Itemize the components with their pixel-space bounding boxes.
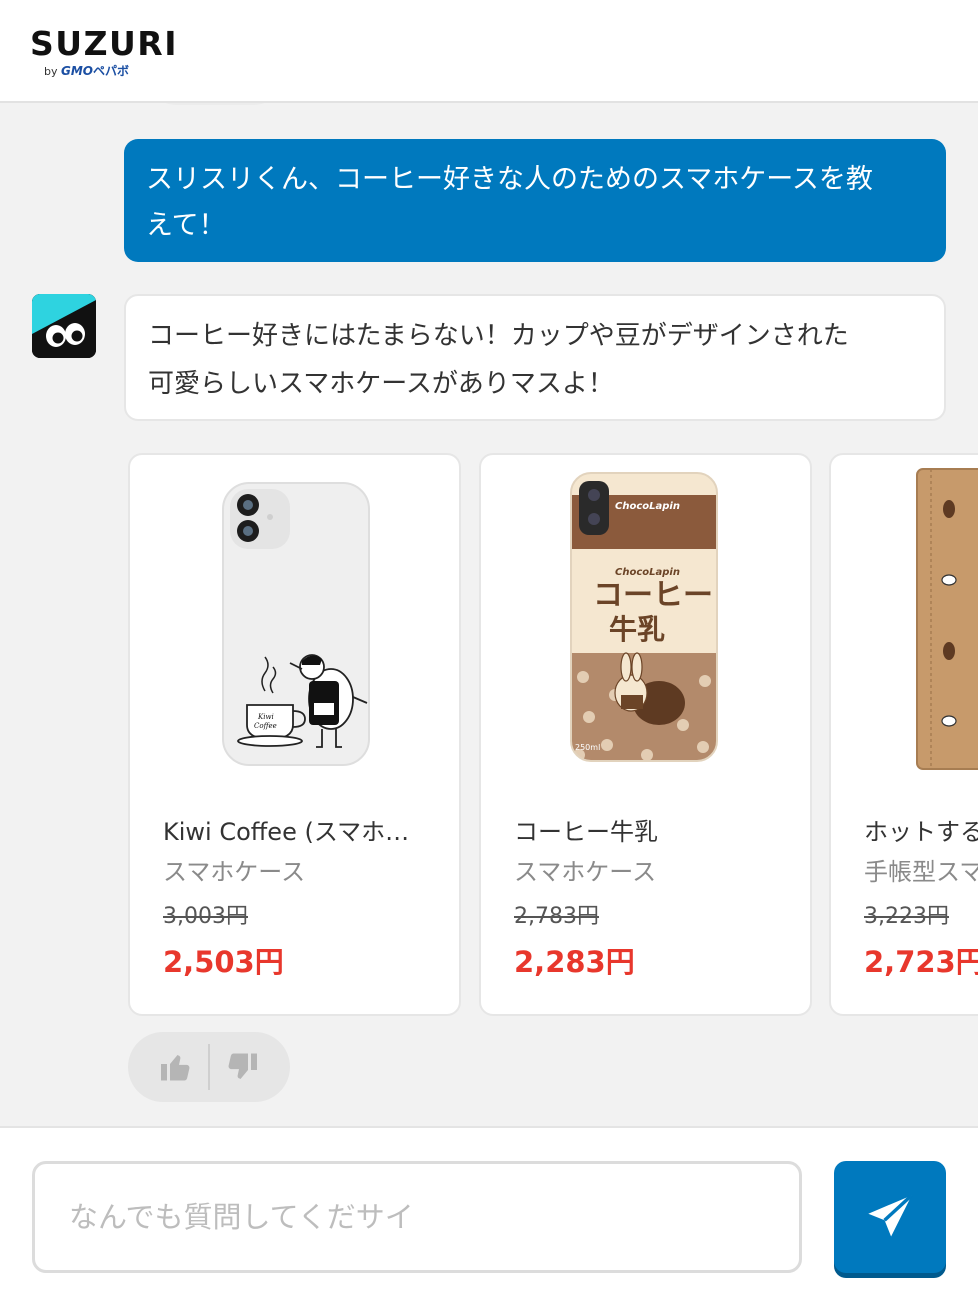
coffee-title-text: コーヒー — [593, 578, 713, 613]
brand-text: ChocoLapin — [615, 501, 680, 512]
product-image: Kiwi Coffee — [130, 455, 459, 795]
product-card[interactable]: ChocoLapin ChocoLapin コーヒー 牛乳 250ml コーヒー… — [479, 453, 812, 1016]
logo-gmo: GMO — [61, 64, 93, 78]
composer-bar — [0, 1126, 978, 1302]
product-image: ChocoLapin ChocoLapin コーヒー 牛乳 250ml — [481, 455, 810, 795]
thumbs-up-icon[interactable] — [158, 1049, 194, 1085]
product-type: スマホケース — [514, 858, 657, 886]
message-input[interactable] — [32, 1161, 802, 1273]
original-price: 3,003円 — [163, 904, 248, 929]
svg-text:ChocoLapin: ChocoLapin — [615, 567, 680, 578]
product-type: スマホケース — [163, 858, 306, 886]
product-title[interactable]: コーヒー牛乳 — [514, 815, 774, 849]
product-title[interactable]: Kiwi Coffee (スマホ… — [163, 815, 423, 849]
sale-price: 2,723円 — [864, 945, 978, 979]
logo-wordmark: SUZURI — [30, 24, 178, 63]
original-price: 2,783円 — [514, 904, 599, 929]
sale-price: 2,283円 — [514, 945, 635, 979]
chat-thread[interactable]: スリスリくん、コーヒー好きな人のためのスマホケースを教 えて！ コーヒー好きには… — [0, 103, 978, 1126]
paper-plane-icon — [868, 1194, 913, 1237]
product-card[interactable]: ホットするコーヒー 手帳型スマホケース 3,223円 2,723円 — [829, 453, 978, 1016]
send-button[interactable] — [834, 1161, 946, 1273]
milk-title-text: 牛乳 — [609, 613, 665, 646]
bot-avatar — [32, 294, 96, 358]
logo-byline: by GMOペパボ — [44, 65, 129, 78]
coffee-text: Coffee — [254, 722, 277, 730]
volume-text: 250ml — [575, 743, 600, 752]
feedback-divider — [208, 1044, 210, 1090]
product-type: 手帳型スマホケース — [864, 858, 978, 886]
bot-message-line: 可愛らしいスマホケースがありマスよ！ — [148, 369, 614, 399]
product-image — [831, 455, 978, 795]
sale-price: 2,503円 — [163, 945, 284, 979]
feedback-pill — [128, 1032, 290, 1102]
suzuri-logo[interactable]: SUZURI by GMOペパボ — [30, 24, 178, 78]
app-header: SUZURI by GMOペパボ — [0, 0, 978, 103]
bot-face-icon — [32, 294, 96, 358]
logo-pepabo: ペパボ — [93, 64, 130, 78]
bot-message: コーヒー好きにはたまらない！カップや豆がデザインされた 可愛らしいスマホケースが… — [124, 294, 946, 421]
product-card[interactable]: Kiwi Coffee Kiwi Coffee (スマホ… スマホケース 3,0… — [128, 453, 461, 1016]
thumbs-down-icon[interactable] — [224, 1049, 260, 1085]
user-message-line: えて！ — [146, 210, 226, 241]
user-message: スリスリくん、コーヒー好きな人のためのスマホケースを教 えて！ — [124, 139, 946, 262]
user-message-line: スリスリくん、コーヒー好きな人のためのスマホケースを教 — [146, 164, 873, 195]
original-price: 3,223円 — [864, 904, 949, 929]
logo-by: by — [44, 65, 58, 78]
kiwi-text: Kiwi — [257, 713, 274, 721]
bot-message-line: コーヒー好きにはたまらない！カップや豆がデザインされた — [148, 321, 849, 351]
product-title[interactable]: ホットするコーヒー — [864, 815, 978, 849]
